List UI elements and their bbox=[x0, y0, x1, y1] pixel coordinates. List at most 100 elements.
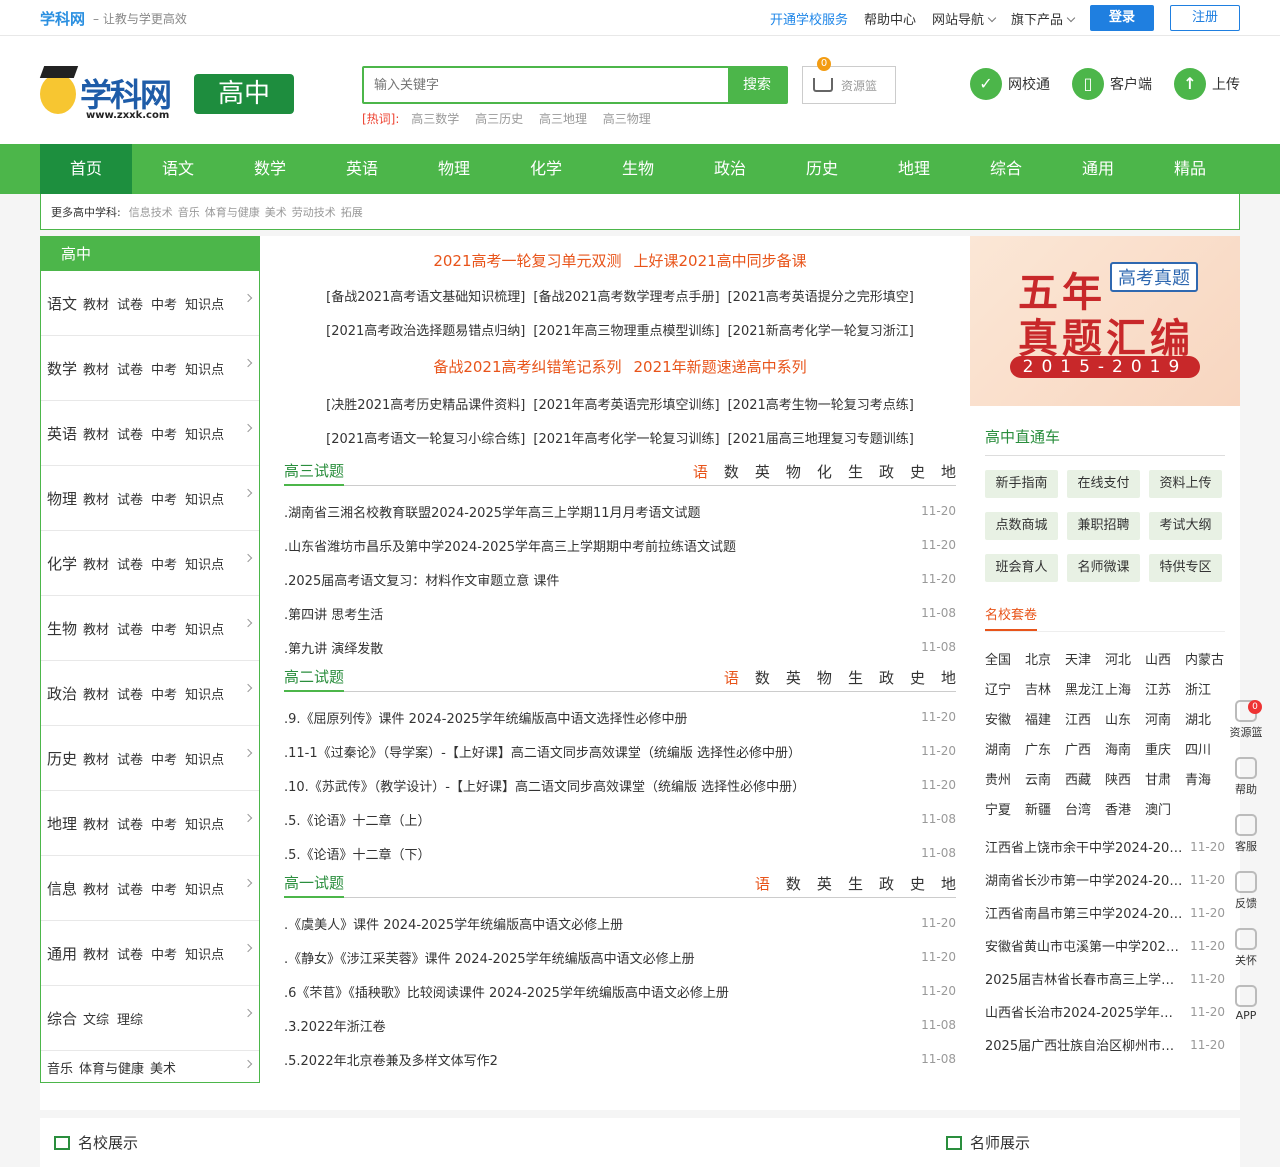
subject-name[interactable]: 化学 bbox=[47, 553, 77, 574]
region-link[interactable]: 海南 bbox=[1105, 736, 1145, 766]
subject-name[interactable]: 信息 bbox=[47, 878, 77, 899]
subject-tab[interactable]: 语 bbox=[724, 667, 739, 688]
subject-link[interactable]: 教材 bbox=[83, 879, 109, 898]
subnav-item[interactable]: 音乐 bbox=[178, 206, 200, 219]
subject-link[interactable]: 试卷 bbox=[117, 749, 143, 768]
subject-link[interactable]: 知识点 bbox=[185, 749, 224, 768]
float-headset[interactable]: 客服 bbox=[1226, 814, 1266, 867]
school-pass-link[interactable]: ✓ 网校通 bbox=[970, 68, 1050, 100]
subject-name[interactable]: 政治 bbox=[47, 683, 77, 704]
item-title[interactable]: 安徽省黄山市屯溪第一中学2024-2025学年高三 bbox=[985, 936, 1185, 955]
subnav-item[interactable]: 拓展 bbox=[341, 206, 363, 219]
subject-tab[interactable]: 语 bbox=[693, 461, 708, 482]
promo-link[interactable]: [备战2021高考语文基础知识梳理] bbox=[326, 290, 525, 305]
subject-tab[interactable]: 生 bbox=[848, 461, 863, 482]
subject-link[interactable]: 中考 bbox=[151, 879, 177, 898]
subject-tab[interactable]: 史 bbox=[910, 667, 925, 688]
nav-item[interactable]: 历史 bbox=[776, 144, 868, 194]
subject-link[interactable]: 中考 bbox=[151, 424, 177, 443]
subject-link[interactable]: 中考 bbox=[151, 684, 177, 703]
subnav-item[interactable]: 信息技术 bbox=[129, 206, 173, 219]
hot-word[interactable]: 高三地理 bbox=[539, 112, 587, 126]
promo-link[interactable]: [2021高考英语提分之完形填空] bbox=[728, 290, 914, 305]
top-logo[interactable]: 学科网 bbox=[40, 8, 85, 29]
subnav-item[interactable]: 劳动技术 bbox=[292, 206, 336, 219]
region-link[interactable]: 天津 bbox=[1065, 646, 1105, 676]
region-link[interactable]: 吉林 bbox=[1025, 676, 1065, 706]
quick-link[interactable]: 名师微课 bbox=[1067, 554, 1140, 582]
subject-link[interactable]: 教材 bbox=[83, 749, 109, 768]
search-button[interactable]: 搜索 bbox=[728, 68, 786, 102]
subject-link[interactable]: 教材 bbox=[83, 684, 109, 703]
item-title[interactable]: .5.《论语》十二章（下） bbox=[284, 844, 431, 863]
subject-link[interactable]: 美术 bbox=[150, 1058, 176, 1077]
quick-link[interactable]: 班会育人 bbox=[985, 554, 1058, 582]
region-link[interactable]: 广东 bbox=[1025, 736, 1065, 766]
subject-link[interactable]: 知识点 bbox=[185, 879, 224, 898]
quick-link[interactable]: 考试大纲 bbox=[1149, 512, 1222, 540]
register-button[interactable]: 注册 bbox=[1170, 5, 1240, 31]
region-link[interactable]: 河北 bbox=[1105, 646, 1145, 676]
section-title[interactable]: 高三试题 bbox=[284, 460, 345, 486]
region-link[interactable]: 贵州 bbox=[985, 766, 1025, 796]
region-link[interactable]: 全国 bbox=[985, 646, 1025, 676]
subject-link[interactable]: 教材 bbox=[83, 814, 109, 833]
float-help[interactable]: 帮助 bbox=[1226, 757, 1266, 810]
region-link[interactable]: 云南 bbox=[1025, 766, 1065, 796]
nav-item[interactable]: 通用 bbox=[1052, 144, 1144, 194]
subject-link[interactable]: 知识点 bbox=[185, 359, 224, 378]
item-title[interactable]: .9.《屈原列传》课件 2024-2025学年统编版高中语文选择性必修中册 bbox=[284, 708, 688, 727]
region-link[interactable]: 新疆 bbox=[1025, 796, 1065, 826]
quick-link[interactable]: 新手指南 bbox=[985, 470, 1058, 498]
subject-link[interactable]: 试卷 bbox=[117, 424, 143, 443]
nav-item[interactable]: 精品 bbox=[1144, 144, 1236, 194]
nav-item[interactable]: 地理 bbox=[868, 144, 960, 194]
subject-tab[interactable]: 数 bbox=[755, 667, 770, 688]
region-link[interactable]: 湖北 bbox=[1185, 706, 1225, 736]
subject-link[interactable]: 理综 bbox=[117, 1009, 143, 1028]
section-title[interactable]: 高二试题 bbox=[284, 666, 345, 692]
item-title[interactable]: .山东省潍坊市昌乐及第中学2024-2025学年高三上学期期中考前拉练语文试题 bbox=[284, 536, 736, 555]
subject-link[interactable]: 知识点 bbox=[185, 294, 224, 313]
subject-tab[interactable]: 政 bbox=[879, 461, 894, 482]
region-link[interactable]: 江苏 bbox=[1145, 676, 1185, 706]
subject-link[interactable]: 中考 bbox=[151, 619, 177, 638]
site-logo[interactable]: 学科网 www.zxxk.com bbox=[39, 66, 180, 126]
subject-tab[interactable]: 数 bbox=[786, 873, 801, 894]
region-link[interactable]: 山东 bbox=[1105, 706, 1145, 736]
subject-tab[interactable]: 语 bbox=[755, 873, 770, 894]
item-title[interactable]: 湖南省长沙市第一中学2024-2025学年高三上学期 bbox=[985, 870, 1185, 889]
subject-tab[interactable]: 数 bbox=[724, 461, 739, 482]
item-title[interactable]: 2025届吉林省长春市高三上学期质量监测 bbox=[985, 969, 1185, 988]
subject-link[interactable]: 试卷 bbox=[117, 489, 143, 508]
item-title[interactable]: .《静女》《涉江采芙蓉》课件 2024-2025学年统编版高中语文必修上册 bbox=[284, 948, 695, 967]
item-title[interactable]: .《虞美人》课件 2024-2025学年统编版高中语文必修上册 bbox=[284, 914, 623, 933]
region-link[interactable]: 宁夏 bbox=[985, 796, 1025, 826]
subject-link[interactable]: 中考 bbox=[151, 294, 177, 313]
subject-name[interactable]: 语文 bbox=[47, 293, 77, 314]
subject-name[interactable]: 物理 bbox=[47, 488, 77, 509]
region-link[interactable]: 上海 bbox=[1105, 676, 1145, 706]
subject-link[interactable]: 教材 bbox=[83, 359, 109, 378]
region-link[interactable]: 甘肃 bbox=[1145, 766, 1185, 796]
subject-name[interactable]: 英语 bbox=[47, 423, 77, 444]
subject-link[interactable]: 知识点 bbox=[185, 814, 224, 833]
promo-link[interactable]: [决胜2021高考历史精品课件资料] bbox=[326, 398, 525, 413]
subject-link[interactable]: 知识点 bbox=[185, 619, 224, 638]
subject-link[interactable]: 文综 bbox=[83, 1009, 109, 1028]
region-link[interactable]: 青海 bbox=[1185, 766, 1225, 796]
subject-name[interactable]: 数学 bbox=[47, 358, 77, 379]
item-title[interactable]: .5.《论语》十二章（上） bbox=[284, 810, 431, 829]
promo-link[interactable]: [2021新高考化学一轮复习浙江] bbox=[728, 324, 914, 339]
subject-tab[interactable]: 英 bbox=[786, 667, 801, 688]
subject-link[interactable]: 知识点 bbox=[185, 684, 224, 703]
subject-tab[interactable]: 地 bbox=[941, 873, 956, 894]
region-link[interactable]: 重庆 bbox=[1145, 736, 1185, 766]
subject-link[interactable]: 中考 bbox=[151, 554, 177, 573]
hot-word[interactable]: 高三数学 bbox=[411, 112, 459, 126]
subject-link[interactable]: 教材 bbox=[83, 554, 109, 573]
region-link[interactable]: 西藏 bbox=[1065, 766, 1105, 796]
subject-link[interactable]: 知识点 bbox=[185, 944, 224, 963]
quick-link[interactable]: 兼职招聘 bbox=[1067, 512, 1140, 540]
subject-link[interactable]: 中考 bbox=[151, 489, 177, 508]
